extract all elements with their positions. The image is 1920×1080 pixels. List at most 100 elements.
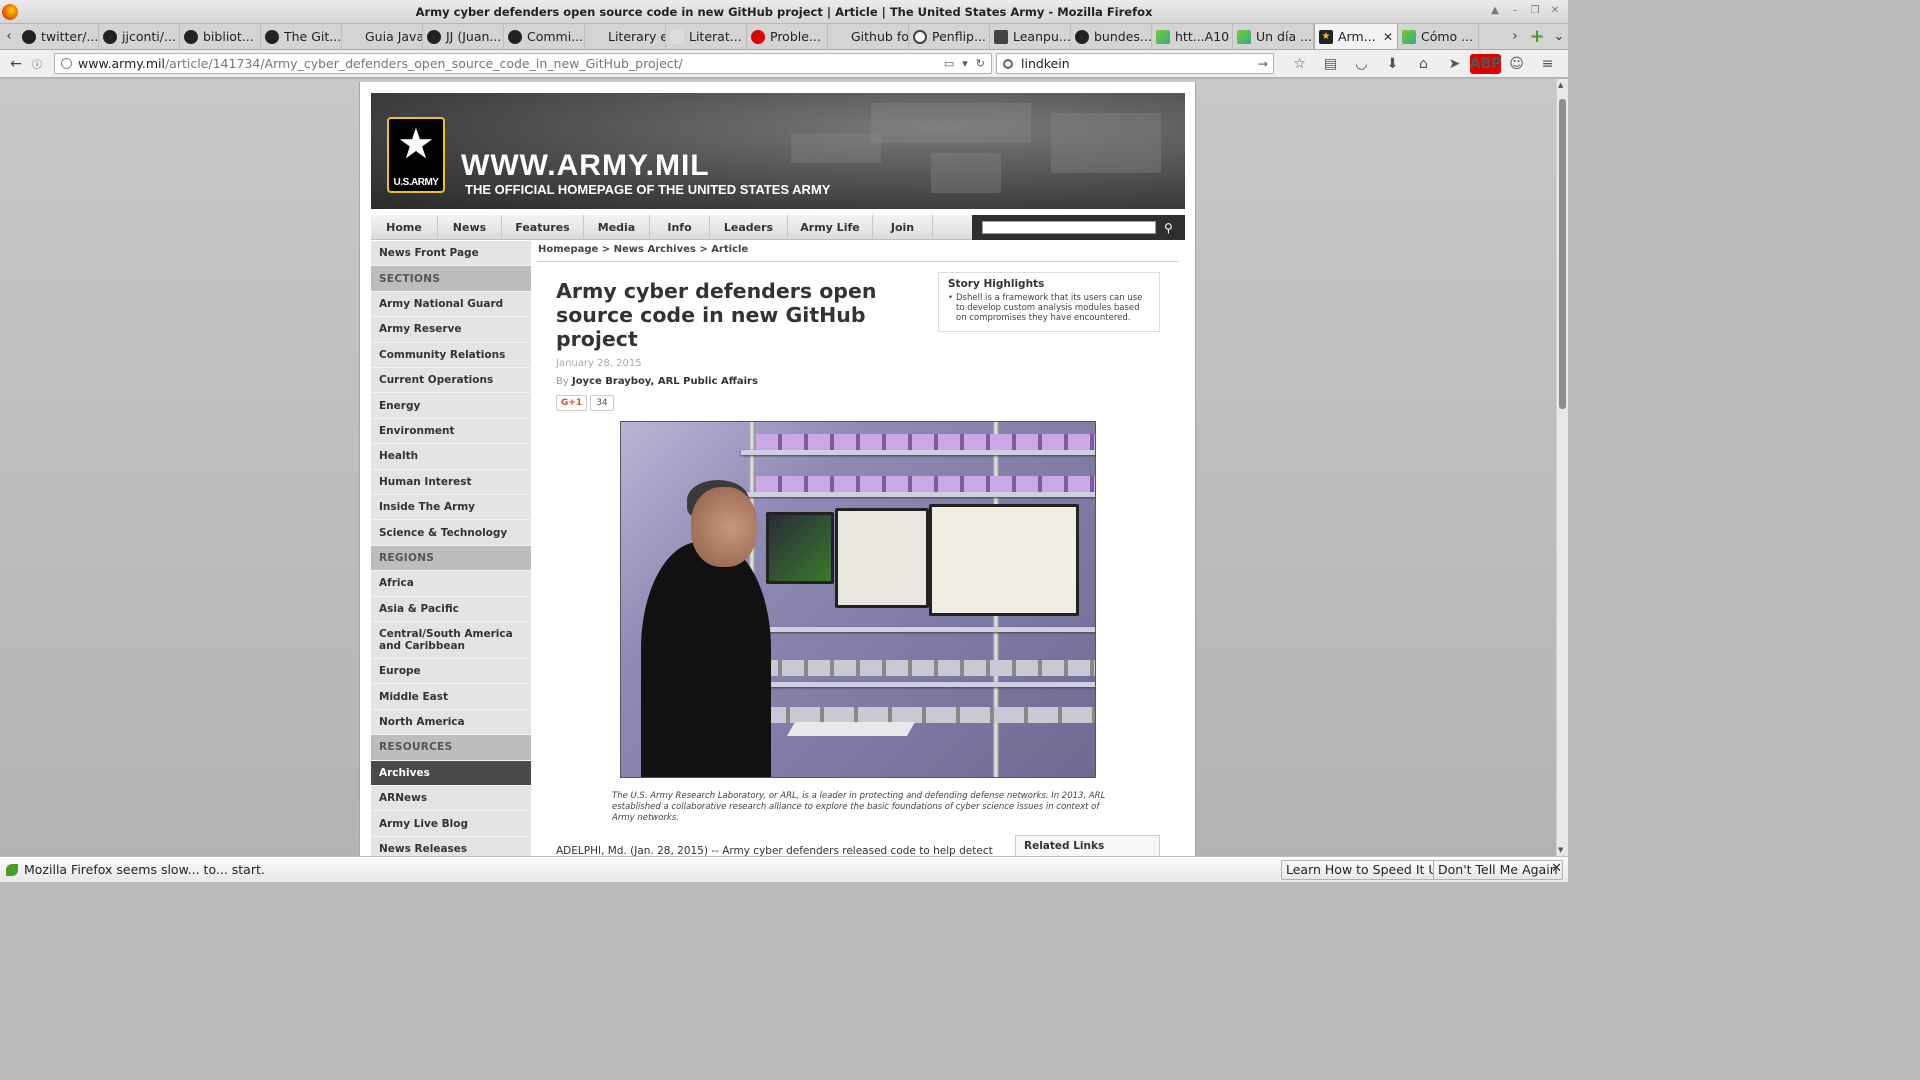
sidebar-item[interactable]: Inside The Army <box>371 495 531 521</box>
browser-tab[interactable]: Literary e... <box>585 24 666 49</box>
nav-media[interactable]: Media <box>584 215 650 240</box>
sidebar-item[interactable]: Army Reserve <box>371 317 531 343</box>
nav-features[interactable]: Features <box>502 215 584 240</box>
tab-label: The Git... <box>284 29 342 44</box>
article-photo[interactable] <box>620 421 1096 778</box>
home-icon[interactable]: ⌂ <box>1408 54 1439 74</box>
scrollbar-thumb[interactable] <box>1559 99 1566 409</box>
dont-tell-me-again-button[interactable]: Don't Tell Me Again <box>1433 860 1563 880</box>
browser-tab[interactable]: Un día ... <box>1233 24 1314 49</box>
sidebar-item[interactable]: Middle East <box>371 684 531 710</box>
tab-label: htt...A10 <box>1175 29 1230 44</box>
sidebar-item[interactable]: Energy <box>371 393 531 419</box>
us-army-logo[interactable]: ★ U.S.ARMY <box>387 117 445 193</box>
sidebar-item[interactable]: Europe <box>371 659 531 685</box>
nav-leaders[interactable]: Leaders <box>710 215 788 240</box>
browser-tab[interactable]: ★ Arm... ✕ <box>1314 24 1398 49</box>
sidebar-item[interactable]: North America <box>371 710 531 736</box>
info-icon[interactable]: ⓘ <box>28 53 46 75</box>
bookmark-star-icon[interactable]: ☆ <box>1284 54 1315 74</box>
minimize-button[interactable]: – <box>1508 4 1522 18</box>
browser-tab[interactable]: jjconti/... <box>99 24 180 49</box>
scroll-up-arrow-icon[interactable]: ▲ <box>1558 81 1563 89</box>
sidebar-item[interactable]: Community Relations <box>371 343 531 368</box>
browser-tab[interactable]: Cómo ... <box>1398 24 1479 49</box>
site-search-input[interactable] <box>982 221 1156 234</box>
related-links-box: Related Links <box>1015 835 1160 856</box>
scroll-down-arrow-icon[interactable]: ▼ <box>1558 846 1563 854</box>
google-plus-button[interactable]: G+1 <box>556 395 588 411</box>
sidebar-item[interactable]: Environment <box>371 419 531 445</box>
logo-text: U.S.ARMY <box>393 177 439 188</box>
nav-info[interactable]: Info <box>650 215 710 240</box>
sidebar-item[interactable]: Current Operations <box>371 368 531 394</box>
tab-list-icon[interactable]: ⌄ <box>1550 24 1568 49</box>
reader-view-icon[interactable]: ▭ <box>944 57 954 70</box>
github-icon <box>265 29 279 44</box>
site-main-nav: Home News Features Media Info Leaders Ar… <box>371 215 1185 240</box>
sidebar-item[interactable]: News Releases <box>371 837 531 856</box>
sidebar-item[interactable]: Africa <box>371 571 531 597</box>
new-tab-icon[interactable]: + <box>1524 24 1550 49</box>
sidebar-item[interactable]: Science & Technology <box>371 520 531 546</box>
sidebar-item[interactable]: Army National Guard <box>371 292 531 318</box>
browser-tab[interactable]: Proble... <box>747 24 828 49</box>
window-titlebar: Army cyber defenders open source code in… <box>0 0 1568 24</box>
tab-label: Un día ... <box>1256 29 1313 44</box>
nav-join[interactable]: Join <box>873 215 933 240</box>
sidebar-item[interactable]: Archives <box>371 760 531 786</box>
tabs-scroll-right-icon[interactable]: › <box>1506 24 1524 49</box>
browser-tab[interactable]: JJ (Juan... <box>423 24 504 49</box>
downloads-icon[interactable]: ⬇ <box>1377 54 1408 74</box>
sidebar-item[interactable]: Human Interest <box>371 470 531 495</box>
nav-army-life[interactable]: Army Life <box>788 215 873 240</box>
send-icon[interactable]: ➤ <box>1439 54 1470 74</box>
nav-news[interactable]: News <box>438 215 502 240</box>
tab-label: Arm... <box>1338 29 1376 44</box>
breadcrumb[interactable]: Homepage > News Archives > Article <box>537 241 1179 262</box>
sidebar-item[interactable]: Central/South America and Caribbean <box>371 622 531 659</box>
chat-icon[interactable]: ☺ <box>1501 54 1532 74</box>
speed-up-button[interactable]: Learn How to Speed It Up <box>1281 860 1451 880</box>
site-name[interactable]: WWW.ARMY.MIL <box>461 149 710 183</box>
search-bar[interactable]: lindkein → <box>996 53 1274 74</box>
browser-tab[interactable]: Guia Java ... <box>342 24 423 49</box>
article-author[interactable]: Joyce Brayboy, ARL Public Affairs <box>572 376 758 387</box>
browser-tab[interactable]: twitter/... <box>18 24 99 49</box>
close-window-button[interactable]: ✕ <box>1548 4 1562 18</box>
site-search-icon[interactable]: ⚲ <box>1164 221 1173 235</box>
sidebar-item[interactable]: Health <box>371 444 531 470</box>
site-tagline: THE OFFICIAL HOMEPAGE OF THE UNITED STAT… <box>465 182 831 197</box>
sidebar-item[interactable]: News Front Page <box>371 241 531 267</box>
back-icon[interactable]: ← <box>4 53 28 75</box>
browser-tab[interactable]: Commi... <box>504 24 585 49</box>
maximize-button[interactable]: ❐ <box>1528 4 1542 18</box>
sidebar-item[interactable]: ARNews <box>371 786 531 812</box>
menu-icon[interactable]: ≡ <box>1532 54 1563 74</box>
nav-home[interactable]: Home <box>371 215 438 240</box>
sidebar-section-header: REGIONS <box>371 545 531 572</box>
close-tab-icon[interactable]: ✕ <box>1383 30 1393 44</box>
reload-icon[interactable]: ↻ <box>976 57 985 70</box>
dropdown-icon[interactable]: ▾ <box>962 57 968 70</box>
browser-tab[interactable]: Literat... <box>666 24 747 49</box>
url-bar[interactable]: www.army.mil/article/141734/Army_cyber_d… <box>54 53 992 74</box>
browser-tab[interactable]: htt...A10 <box>1152 24 1233 49</box>
vertical-scrollbar[interactable]: ▲ ▼ <box>1556 79 1568 856</box>
browser-tab[interactable]: The Git... <box>261 24 342 49</box>
browser-tab[interactable]: bibliot... <box>180 24 261 49</box>
reading-list-icon[interactable]: ▤ <box>1315 54 1346 74</box>
search-go-icon[interactable]: → <box>1258 56 1273 71</box>
tabs-scroll-left-icon[interactable]: ‹ <box>0 24 18 49</box>
adblock-icon[interactable]: ABP <box>1470 54 1501 74</box>
scroll-up-icon[interactable]: ▲ <box>1488 4 1502 18</box>
tab-label: jjconti/... <box>122 29 176 44</box>
close-notification-icon[interactable]: ✕ <box>1551 861 1562 876</box>
browser-tab[interactable]: Leanpu... <box>990 24 1071 49</box>
pocket-icon[interactable]: ◡ <box>1346 54 1377 74</box>
browser-tab[interactable]: Penflip... <box>909 24 990 49</box>
browser-tab[interactable]: bundes... <box>1071 24 1152 49</box>
sidebar-item[interactable]: Army Live Blog <box>371 811 531 837</box>
sidebar-item[interactable]: Asia & Pacific <box>371 597 531 622</box>
browser-tab[interactable]: Github for ... <box>828 24 909 49</box>
